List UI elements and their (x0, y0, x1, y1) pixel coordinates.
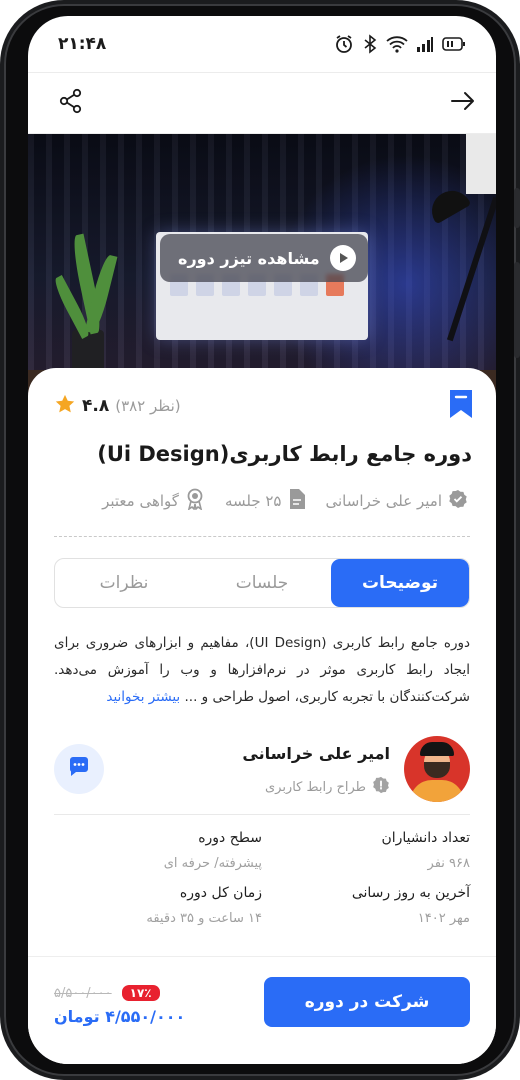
course-details-card: ۴.۸ (۳۸۲ نظر) دوره جامع رابط کاربری(Ui D… (28, 368, 496, 968)
discount-badge: ۱۷٪ (121, 985, 160, 1001)
battery-icon (442, 36, 466, 52)
info-value: مهر ۱۴۰۲ (417, 911, 470, 926)
phone-frame: ۲۱:۴۸ مشاهده تیزر دوره ۴.۸ (۳۸۲ نظر) دور… (0, 0, 520, 1080)
bookmark-button[interactable] (446, 388, 476, 424)
info-value: ۱۴ ساعت و ۳۵ دقیقه (146, 911, 262, 926)
share-button[interactable] (56, 88, 86, 118)
certificate-icon (185, 488, 205, 514)
course-tabs: توضیحات جلسات نظرات (54, 558, 470, 608)
info-value: ۹۶۸ نفر (427, 856, 470, 871)
read-more-link[interactable]: بیشتر بخوانید (106, 689, 180, 705)
info-label: آخرین به روز رسانی (351, 885, 470, 901)
verified-icon (448, 489, 468, 513)
status-bar: ۲۱:۴۸ (28, 16, 496, 72)
info-value: پیشرفته/ حرفه ای (163, 856, 262, 871)
divider (54, 814, 470, 815)
chat-icon (67, 755, 91, 783)
meta-certificate: گواهی معتبر (102, 488, 205, 514)
tab-reviews[interactable]: نظرات (55, 559, 193, 607)
top-navigation (28, 72, 496, 134)
instructor-section: امیر علی خراسانی طراح رابط کاربری (54, 736, 470, 808)
info-last-update: آخرین به روز رسانی مهر ۱۴۰۲ (262, 885, 470, 926)
final-price: ۴/۵۵۰/۰۰۰ تومان (54, 1007, 186, 1026)
chat-button[interactable] (54, 744, 104, 794)
info-level: سطح دوره پیشرفته/ حرفه ای (54, 830, 262, 871)
course-rating: ۴.۸ (۳۸۲ نظر) (54, 393, 181, 419)
screen: ۲۱:۴۸ مشاهده تیزر دوره ۴.۸ (۳۸۲ نظر) دور… (28, 16, 496, 1064)
teaser-label: مشاهده تیزر دوره (178, 248, 320, 268)
status-time: ۲۱:۴۸ (58, 34, 107, 54)
alarm-icon (334, 34, 354, 54)
instructor-name[interactable]: امیر علی خراسانی (242, 744, 390, 763)
info-duration: زمان کل دوره ۱۴ ساعت و ۳۵ دقیقه (54, 885, 262, 926)
tab-description[interactable]: توضیحات (331, 559, 469, 607)
meta-instructor: امیر علی خراسانی (326, 489, 469, 513)
play-icon (329, 245, 356, 271)
rating-row: ۴.۸ (۳۸۲ نظر) (54, 388, 476, 424)
back-button[interactable] (448, 88, 478, 118)
side-button (514, 262, 520, 358)
arrow-right-icon (450, 88, 476, 118)
old-price: ۵/۵۰۰/۰۰۰ (54, 985, 112, 1001)
info-label: زمان کل دوره (179, 885, 262, 901)
status-icons (334, 34, 466, 54)
meta-instructor-label: امیر علی خراسانی (325, 492, 443, 510)
info-label: تعداد دانشیاران (381, 830, 470, 846)
wifi-icon (386, 35, 408, 53)
tab-sessions[interactable]: جلسات (193, 559, 331, 607)
divider (54, 536, 470, 537)
star-icon (54, 393, 76, 419)
instructor-role: طراح رابط کاربری (265, 776, 390, 798)
meta-certificate-label: گواهی معتبر (102, 492, 179, 510)
avatar[interactable] (404, 736, 470, 802)
cover-poster (466, 134, 496, 194)
info-label: سطح دوره (198, 830, 262, 846)
signal-icon (416, 36, 434, 52)
bookmark-icon (448, 388, 474, 424)
enroll-button[interactable]: شرکت در دوره (264, 977, 470, 1027)
bluetooth-icon (362, 34, 378, 54)
meta-sessions: ۲۵ جلسه (225, 488, 306, 514)
purchase-bar: شرکت در دوره ۵/۵۰۰/۰۰۰ ۱۷٪ ۴/۵۵۰/۰۰۰ توم… (28, 956, 496, 1064)
document-icon (288, 488, 306, 514)
info-students: تعداد دانشیاران ۹۶۸ نفر (262, 830, 470, 871)
price-old-row: ۵/۵۰۰/۰۰۰ ۱۷٪ (54, 985, 160, 1001)
instructor-role-label: طراح رابط کاربری (264, 779, 366, 795)
share-icon (58, 88, 84, 118)
course-description: دوره جامع رابط کاربری (UI Design)، مفاهی… (54, 630, 470, 711)
review-count: (۳۸۲ نظر) (115, 397, 181, 415)
course-info: تعداد دانشیاران ۹۶۸ نفر سطح دوره پیشرفته… (54, 830, 470, 926)
meta-sessions-label: ۲۵ جلسه (224, 492, 282, 510)
badge-icon (372, 776, 390, 798)
course-title: دوره جامع رابط کاربری(Ui Design) (97, 442, 472, 466)
teaser-button[interactable]: مشاهده تیزر دوره (160, 234, 368, 282)
course-meta: امیر علی خراسانی ۲۵ جلسه گواهی معتبر (54, 488, 468, 514)
rating-value: ۴.۸ (82, 396, 110, 416)
course-cover-image: مشاهده تیزر دوره (28, 134, 496, 396)
side-button (514, 188, 520, 228)
